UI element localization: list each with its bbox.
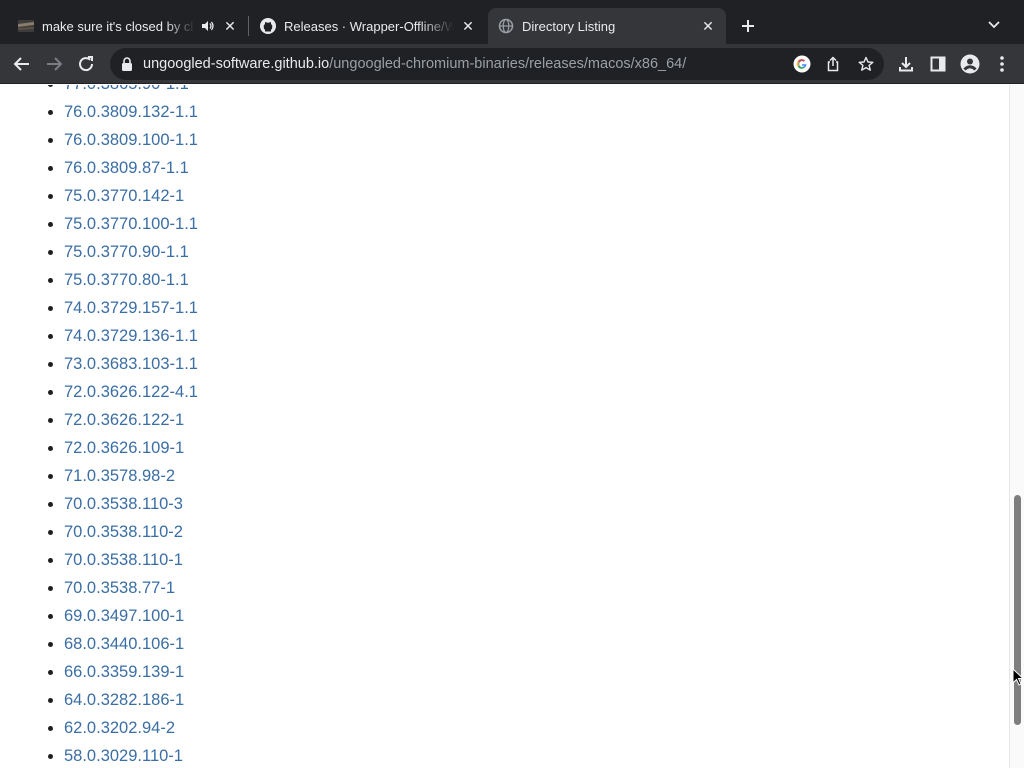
close-icon[interactable]: ✕ [460,18,476,34]
release-link[interactable]: 71.0.3578.98-2 [64,467,175,485]
page-content: 77.0.3865.90-1.1 76.0.3809.132-1.1 76.0.38… [0,85,1009,768]
tab-title: Directory Listing [522,18,616,34]
google-lens-icon[interactable] [792,54,812,74]
release-list: 77.0.3865.90-1.1 76.0.3809.132-1.1 76.0.38… [48,85,198,768]
list-item: 58.0.3029.110-1 [48,742,198,768]
release-link[interactable]: 66.0.3359.139-1 [64,663,184,681]
release-link[interactable]: 76.0.3809.132-1.1 [64,103,198,121]
scrollbar-thumb[interactable] [1014,495,1021,725]
tab-separator [248,16,249,36]
bookmark-star-icon[interactable] [856,54,876,74]
list-item: 75.0.3770.100-1.1 [48,210,198,238]
share-icon[interactable] [823,54,843,74]
github-icon [260,18,276,34]
release-link[interactable]: 70.0.3538.110-2 [64,523,183,541]
address-bar[interactable]: ungoogled-software.github.io/ungoogled-c… [110,48,884,80]
side-panel-icon [930,56,946,72]
release-link[interactable]: 70.0.3538.110-3 [64,495,183,513]
lock-icon[interactable] [120,57,134,71]
release-link[interactable]: 74.0.3729.157-1.1 [64,299,198,317]
toolbar: ungoogled-software.github.io/ungoogled-c… [0,44,1024,84]
vertical-scrollbar[interactable] [1009,85,1024,768]
list-item: 70.0.3538.77-1 [48,574,198,602]
list-item: 64.0.3282.186-1 [48,686,198,714]
list-item: 76.0.3809.87-1.1 [48,154,198,182]
list-item: 73.0.3683.103-1.1 [48,350,198,378]
release-link[interactable]: 69.0.3497.100-1 [64,607,184,625]
list-item: 70.0.3538.110-2 [48,518,198,546]
tab-strip: make sure it's closed by cl ✕ Releases ·… [0,0,1024,44]
release-link[interactable]: 75.0.3770.100-1.1 [64,215,198,233]
list-item: 74.0.3729.157-1.1 [48,294,198,322]
release-link[interactable]: 72.0.3626.109-1 [64,439,184,457]
list-item: 75.0.3770.142-1 [48,182,198,210]
list-item: 72.0.3626.122-1 [48,406,198,434]
list-item: 76.0.3809.132-1.1 [48,98,198,126]
release-link[interactable]: 72.0.3626.122-4.1 [64,383,198,401]
chevron-down-icon [988,21,1000,29]
kebab-menu-icon [1000,56,1004,72]
reload-button[interactable] [74,52,98,76]
close-icon[interactable]: ✕ [222,18,238,34]
list-item: 74.0.3729.136-1.1 [48,322,198,350]
profile-button[interactable] [958,52,982,76]
release-link[interactable]: 75.0.3770.90-1.1 [64,243,189,261]
list-item: 76.0.3809.100-1.1 [48,126,198,154]
release-link[interactable]: 76.0.3809.87-1.1 [64,159,189,177]
list-item: 70.0.3538.110-1 [48,546,198,574]
new-tab-button[interactable] [736,14,760,38]
list-item: 75.0.3770.80-1.1 [48,266,198,294]
mouse-cursor-icon [1012,668,1024,686]
list-item: 71.0.3578.98-2 [48,462,198,490]
release-link[interactable]: 75.0.3770.80-1.1 [64,271,189,289]
close-icon[interactable]: ✕ [700,18,716,34]
forward-button[interactable] [42,52,66,76]
back-button[interactable] [10,52,34,76]
list-item: 72.0.3626.109-1 [48,434,198,462]
tab-video[interactable]: make sure it's closed by cl ✕ [8,8,248,44]
release-link[interactable]: 72.0.3626.122-1 [64,411,184,429]
arrow-right-icon [47,57,63,71]
menu-button[interactable] [990,52,1014,76]
downloads-button[interactable] [894,52,918,76]
tab-github-releases[interactable]: Releases · Wrapper-Offline/W ✕ [250,8,486,44]
release-link[interactable]: 70.0.3538.110-1 [64,551,183,569]
arrow-left-icon [13,57,29,71]
list-item: 68.0.3440.106-1 [48,630,198,658]
list-item: 66.0.3359.139-1 [48,658,198,686]
list-item: 62.0.3202.94-2 [48,714,198,742]
release-link[interactable]: 74.0.3729.136-1.1 [64,327,198,345]
list-item: 69.0.3497.100-1 [48,602,198,630]
plus-icon [742,20,754,32]
release-link[interactable]: 75.0.3770.142-1 [64,187,184,205]
list-item: 75.0.3770.90-1.1 [48,238,198,266]
release-link[interactable]: 68.0.3440.106-1 [64,635,184,653]
url-host: ungoogled-software.github.io [143,56,330,72]
list-item: 77.0.3865.90-1.1 [48,85,198,98]
tab-directory-listing[interactable]: Directory Listing ✕ [488,8,726,44]
tab-title: make sure it's closed by cl [42,18,194,34]
release-link[interactable]: 62.0.3202.94-2 [64,719,175,737]
speaker-icon[interactable] [200,18,216,34]
release-link[interactable]: 76.0.3809.100-1.1 [64,131,198,149]
release-link[interactable]: 58.0.3029.110-1 [64,747,183,765]
download-icon [899,57,913,72]
tab-search-button[interactable] [984,14,1004,34]
list-item: 72.0.3626.122-4.1 [48,378,198,406]
video-thumbnail-icon [18,18,34,34]
release-link[interactable]: 77.0.3865.90-1.1 [64,85,189,93]
avatar-icon [960,54,980,74]
release-link[interactable]: 70.0.3538.77-1 [64,579,175,597]
url-path: /ungoogled-chromium-binaries/releases/ma… [329,56,687,72]
globe-icon [498,18,514,34]
list-item: 70.0.3538.110-3 [48,490,198,518]
tab-title: Releases · Wrapper-Offline/W [284,18,454,34]
reload-icon [79,56,94,72]
release-link[interactable]: 73.0.3683.103-1.1 [64,355,198,373]
side-panel-button[interactable] [926,52,950,76]
release-link[interactable]: 64.0.3282.186-1 [64,691,184,709]
